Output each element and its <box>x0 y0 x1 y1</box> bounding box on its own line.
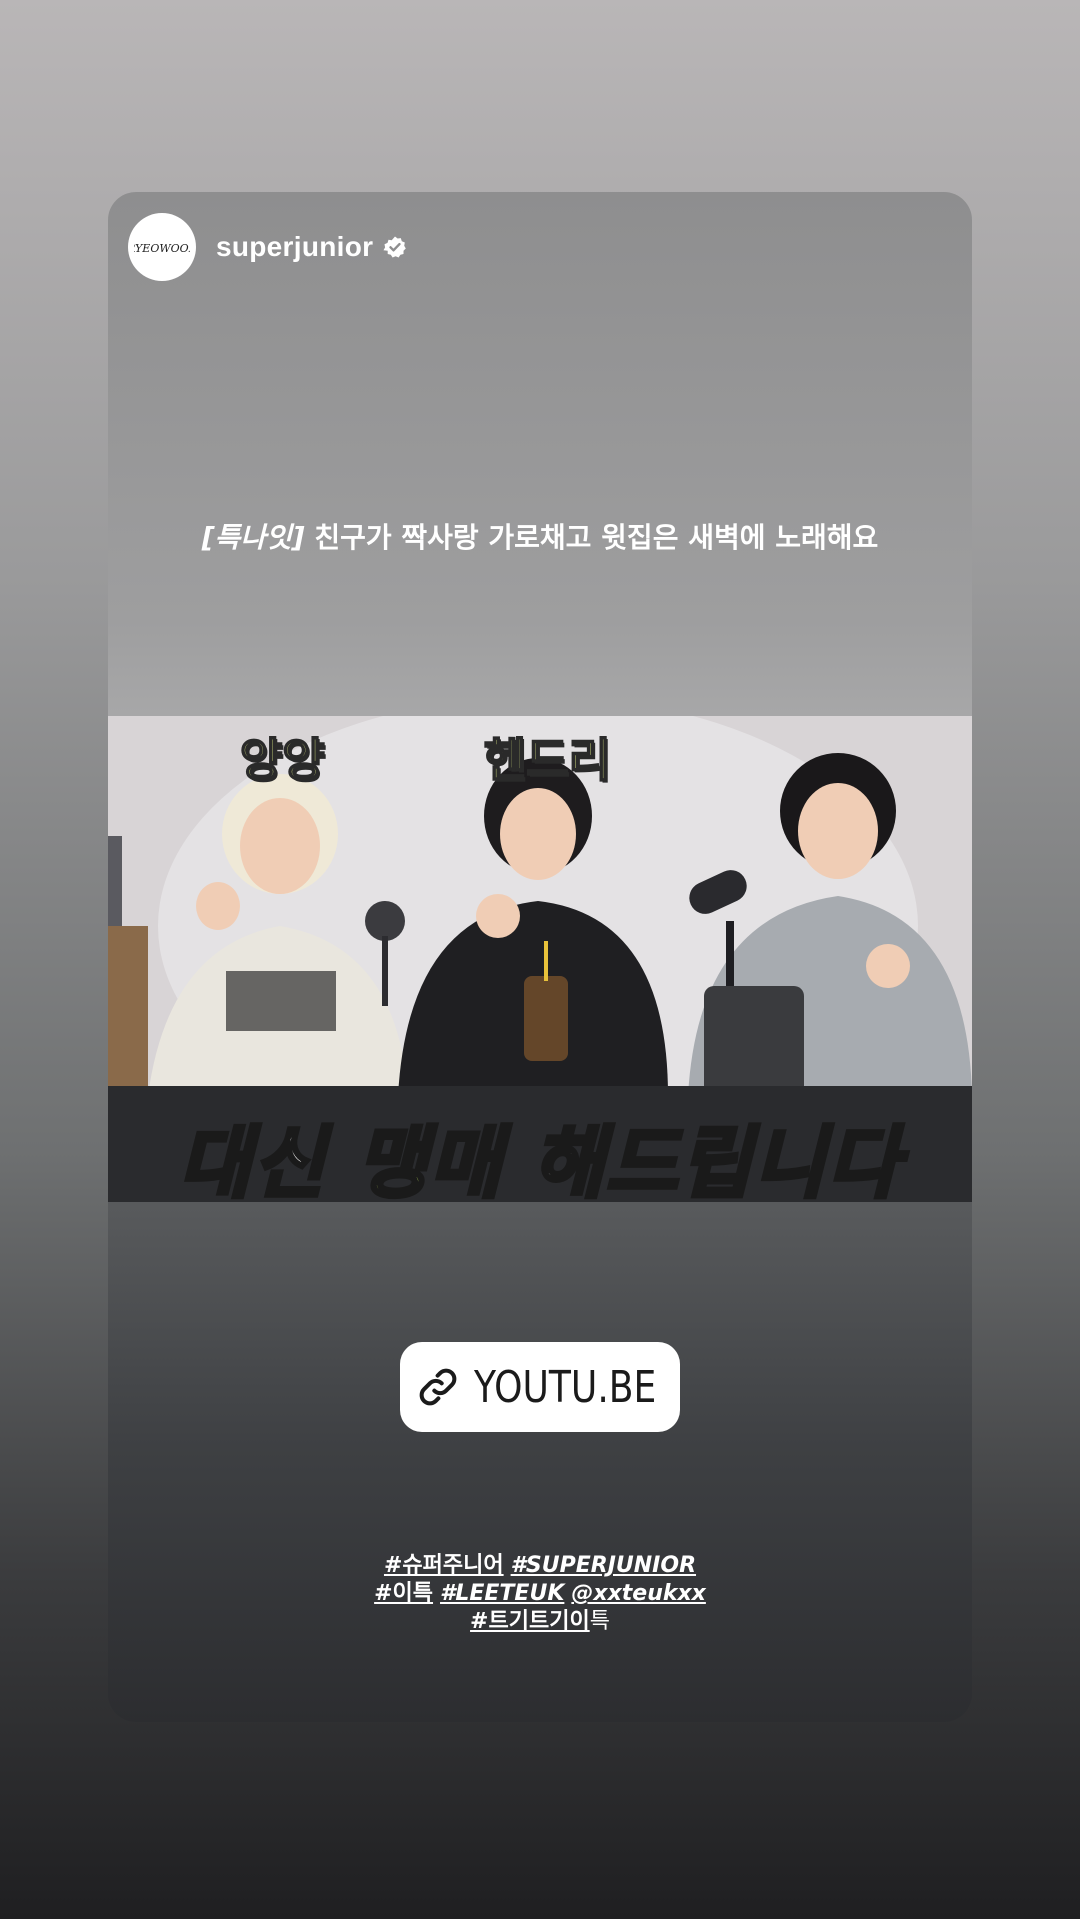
verified-badge-icon <box>383 236 407 258</box>
hashtag-line-3-suffix: 특 <box>589 1609 610 1634</box>
hashtag-line-1: #슈퍼주니어 #SUPERJUNIOR <box>108 1552 972 1580</box>
hashtag-teugiteugi[interactable]: #트기트기이 <box>470 1609 590 1634</box>
hashtag-superjunior[interactable]: #SUPERJUNIOR <box>511 1553 696 1578</box>
link-sticker-label: YOUTU.BE <box>474 1361 657 1413</box>
thumbnail-title: 대신 맹매 해드립니다 <box>108 1101 972 1202</box>
svg-text:RYEOWOOK: RYEOWOOK <box>134 242 190 255</box>
avatar[interactable]: RYEOWOOK <box>128 213 196 281</box>
username[interactable]: superjunior <box>216 231 373 263</box>
thumbnail-name-center: 헨드리 <box>483 732 612 788</box>
thumbnail-title-part2: 해드립니다 <box>503 1117 902 1202</box>
hashtag-block: #슈퍼주니어 #SUPERJUNIOR #이특 #LEETEUK @xxteuk… <box>108 1552 972 1636</box>
mention-xxteukxx[interactable]: @xxteukxx <box>571 1581 706 1606</box>
video-thumbnail[interactable]: 양양 헨드리 대신 맹매 해드립니다 <box>108 716 972 1202</box>
hashtag-leeteuk-kr[interactable]: #이특 <box>374 1581 433 1606</box>
hashtag-line-3: #트기트기이특 <box>108 1608 972 1636</box>
link-icon <box>419 1368 457 1406</box>
hashtag-line-2: #이특 #LEETEUK @xxteukxx <box>108 1580 972 1608</box>
thumbnail-title-highlight: 맹매 <box>354 1117 504 1202</box>
thumbnail-title-part1: 대신 <box>177 1117 356 1202</box>
caption-bracket: [특나잇] <box>201 521 305 554</box>
hashtag-superjunior-kr[interactable]: #슈퍼주니어 <box>384 1553 504 1578</box>
link-sticker[interactable]: YOUTU.BE <box>400 1342 680 1432</box>
ryeowook-logo-icon: RYEOWOOK <box>134 242 190 255</box>
post-caption: [특나잇] 친구가 짝사랑 가로채고 윗집은 새벽에 노래해요 <box>108 516 972 556</box>
story-header: RYEOWOOK superjunior <box>128 212 407 282</box>
hashtag-leeteuk[interactable]: #LEETEUK <box>440 1581 564 1606</box>
caption-text: 친구가 짝사랑 가로채고 윗집은 새벽에 노래해요 <box>304 521 879 554</box>
story-card: RYEOWOOK superjunior [특나잇] 친구가 짝사랑 가로채고 … <box>108 192 972 1722</box>
thumbnail-name-left: 양양 <box>239 732 326 788</box>
